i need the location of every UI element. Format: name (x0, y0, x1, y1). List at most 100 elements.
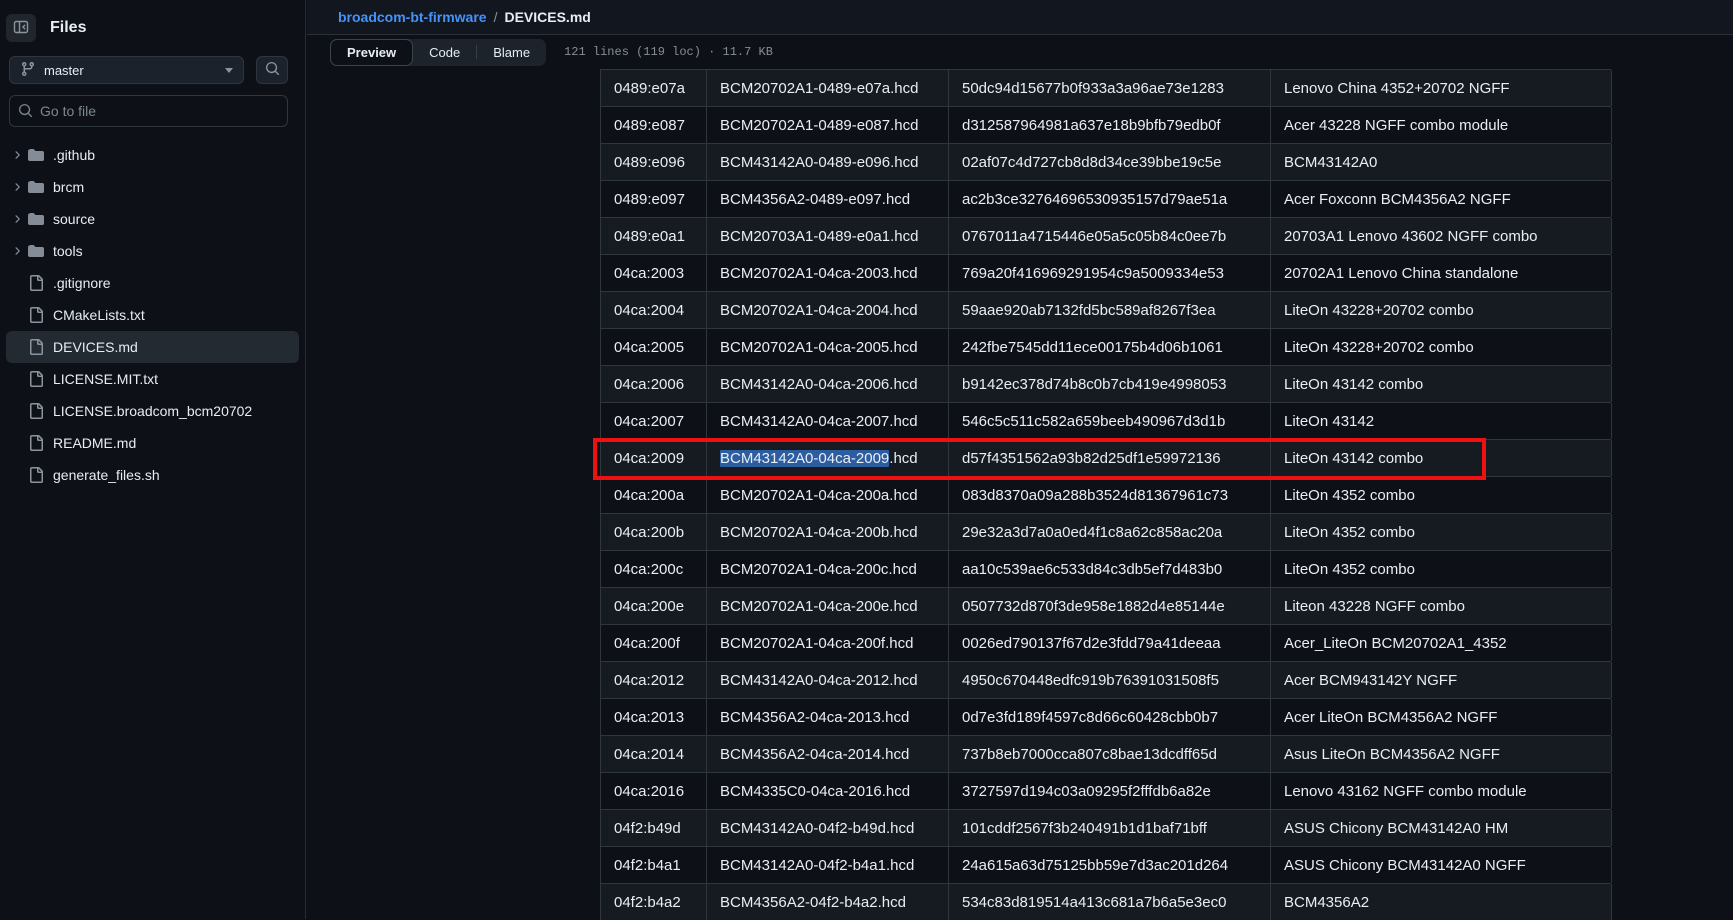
folder-icon (28, 147, 44, 163)
table-row: 04ca:2004BCM20702A1-04ca-2004.hcd59aae92… (601, 291, 1611, 328)
branch-selector-button[interactable]: master (9, 56, 244, 84)
table-row: 04ca:2013BCM4356A2-04ca-2013.hcd0d7e3fd1… (601, 698, 1611, 735)
firmware-file-cell: BCM20703A1-0489-e0a1.hcd (707, 218, 949, 254)
sidebar-item-readme-md[interactable]: README.md (6, 427, 299, 459)
firmware-file-cell: BCM20702A1-04ca-200f.hcd (707, 625, 949, 661)
description-cell: Asus LiteOn BCM4356A2 NGFF (1271, 736, 1612, 772)
md5-hash-cell: 4950c670448edfc919b76391031508f5 (949, 662, 1271, 698)
device-id-cell: 04ca:2012 (601, 662, 707, 698)
file-icon (28, 435, 44, 451)
device-id-cell: 04ca:200f (601, 625, 707, 661)
go-to-file-input[interactable] (9, 95, 288, 127)
table-row: 04ca:200cBCM20702A1-04ca-200c.hcdaa10c53… (601, 550, 1611, 587)
device-id-cell: 04ca:200c (601, 551, 707, 587)
table-row: 04ca:200fBCM20702A1-04ca-200f.hcd0026ed7… (601, 624, 1611, 661)
table-row: 04ca:200aBCM20702A1-04ca-200a.hcd083d837… (601, 476, 1611, 513)
breadcrumb-file-name: DEVICES.md (504, 9, 590, 25)
description-cell: Acer Foxconn BCM4356A2 NGFF (1271, 181, 1612, 217)
device-id-cell: 04ca:200e (601, 588, 707, 624)
md5-hash-cell: 769a20f416969291954c9a5009334e53 (949, 255, 1271, 291)
tree-item-label: .gitignore (53, 275, 111, 291)
device-id-cell: 04ca:2009 (601, 440, 707, 476)
md5-hash-cell: 24a615a63d75125bb59e7d3ac201d264 (949, 847, 1271, 883)
breadcrumb-repo-link[interactable]: broadcom-bt-firmware (338, 9, 487, 25)
firmware-file-cell: BCM20702A1-04ca-2003.hcd (707, 255, 949, 291)
md5-hash-cell: 0507732d870f3de958e1882d4e85144e (949, 588, 1271, 624)
description-cell: Lenovo China 4352+20702 NGFF (1271, 70, 1612, 106)
table-row: 04ca:2009BCM43142A0-04ca-2009.hcdd57f435… (601, 439, 1611, 476)
sidebar-item-license-broadcom-bcm20702[interactable]: LICENSE.broadcom_bcm20702 (6, 395, 299, 427)
sidebar-item-brcm[interactable]: brcm (6, 171, 299, 203)
tree-item-label: LICENSE.broadcom_bcm20702 (53, 403, 252, 419)
breadcrumb: broadcom-bt-firmware / DEVICES.md (307, 0, 1733, 35)
chevron-right-icon[interactable] (8, 181, 26, 193)
table-row: 0489:e097BCM4356A2-0489-e097.hcdac2b3ce3… (601, 180, 1611, 217)
file-icon (28, 403, 44, 419)
device-id-cell: 04ca:200a (601, 477, 707, 513)
sidebar-header: Files (0, 0, 305, 46)
md5-hash-cell: 546c5c511c582a659beeb490967d3d1b (949, 403, 1271, 439)
tree-item-label: tools (53, 243, 83, 259)
search-this-repository-button[interactable] (256, 56, 288, 84)
table-row: 04ca:2007BCM43142A0-04ca-2007.hcd546c5c5… (601, 402, 1611, 439)
sidebar-item-generate-files-sh[interactable]: generate_files.sh (6, 459, 299, 491)
firmware-file-cell: BCM4356A2-04f2-b4a2.hcd (707, 884, 949, 920)
md5-hash-cell: 101cddf2567f3b240491b1d1baf71bff (949, 810, 1271, 846)
chevron-right-icon[interactable] (8, 245, 26, 257)
tree-item-label: DEVICES.md (53, 339, 138, 355)
md5-hash-cell: 29e32a3d7a0a0ed4f1c8a62c858ac20a (949, 514, 1271, 550)
firmware-file-cell: BCM20702A1-04ca-200b.hcd (707, 514, 949, 550)
firmware-file-cell: BCM43142A0-04ca-2007.hcd (707, 403, 949, 439)
device-id-cell: 04ca:2013 (601, 699, 707, 735)
firmware-file-cell: BCM43142A0-04f2-b4a1.hcd (707, 847, 949, 883)
md5-hash-cell: 59aae920ab7132fd5bc589af8267f3ea (949, 292, 1271, 328)
description-cell: LiteOn 43228+20702 combo (1271, 329, 1612, 365)
firmware-file-cell: BCM20702A1-0489-e07a.hcd (707, 70, 949, 106)
md5-hash-cell: 0d7e3fd189f4597c8d66c60428cbb0b7 (949, 699, 1271, 735)
md5-hash-cell: 0767011a4715446e05a5c05b84c0ee7b (949, 218, 1271, 254)
chevron-right-icon[interactable] (8, 213, 26, 225)
md5-hash-cell: d57f4351562a93b82d25df1e59972136 (949, 440, 1271, 476)
firmware-file-cell: BCM20702A1-04ca-2005.hcd (707, 329, 949, 365)
md5-hash-cell: 3727597d194c03a09295f2fffdb6a82e (949, 773, 1271, 809)
sidebar-item-source[interactable]: source (6, 203, 299, 235)
table-row: 04ca:2014BCM4356A2-04ca-2014.hcd737b8eb7… (601, 735, 1611, 772)
device-id-cell: 04ca:2005 (601, 329, 707, 365)
firmware-file-cell: BCM43142A0-04ca-2006.hcd (707, 366, 949, 402)
description-cell: LiteOn 43142 combo (1271, 440, 1612, 476)
sidebar-item-license-mit-txt[interactable]: LICENSE.MIT.txt (6, 363, 299, 395)
table-row: 04ca:2006BCM43142A0-04ca-2006.hcdb9142ec… (601, 365, 1611, 402)
sidebar-item-cmakelists-txt[interactable]: CMakeLists.txt (6, 299, 299, 331)
tab-code[interactable]: Code (413, 39, 476, 66)
table-row: 0489:e087BCM20702A1-0489-e087.hcdd312587… (601, 106, 1611, 143)
description-cell: ASUS Chicony BCM43142A0 HM (1271, 810, 1612, 846)
md5-hash-cell: 737b8eb7000cca807c8bae13dcdff65d (949, 736, 1271, 772)
chevron-right-icon[interactable] (8, 149, 26, 161)
file-tree: .githubbrcmsource tools .gitignore CMakeLis… (0, 139, 305, 491)
tab-preview[interactable]: Preview (330, 39, 413, 66)
device-id-cell: 0489:e087 (601, 107, 707, 143)
description-cell: BCM4356A2 (1271, 884, 1612, 920)
md5-hash-cell: 0026ed790137f67d2e3fdd79a41deeaa (949, 625, 1271, 661)
device-id-cell: 04f2:b4a2 (601, 884, 707, 920)
sidebar-item-gitignore[interactable]: .gitignore (6, 267, 299, 299)
device-id-cell: 0489:e0a1 (601, 218, 707, 254)
file-icon (28, 371, 44, 387)
device-id-cell: 0489:e07a (601, 70, 707, 106)
tab-blame[interactable]: Blame (477, 39, 546, 66)
breadcrumb-separator: / (494, 9, 498, 25)
device-id-cell: 04ca:200b (601, 514, 707, 550)
md5-hash-cell: 242fbe7545dd11ece00175b4d06b1061 (949, 329, 1271, 365)
device-id-cell: 04f2:b49d (601, 810, 707, 846)
collapse-file-tree-button[interactable] (6, 14, 36, 42)
file-stats: 121 lines (119 loc) · 11.7 KB (564, 45, 773, 59)
file-icon (28, 467, 44, 483)
sidebar-item-devices-md[interactable]: DEVICES.md (6, 331, 299, 363)
firmware-file-cell: BCM43142A0-0489-e096.hcd (707, 144, 949, 180)
tree-item-label: LICENSE.MIT.txt (53, 371, 158, 387)
sidebar-item-tools[interactable]: tools (6, 235, 299, 267)
sidebar-item-github[interactable]: .github (6, 139, 299, 171)
md5-hash-cell: b9142ec378d74b8c0b7cb419e4998053 (949, 366, 1271, 402)
device-id-cell: 04ca:2004 (601, 292, 707, 328)
search-icon (18, 103, 33, 123)
